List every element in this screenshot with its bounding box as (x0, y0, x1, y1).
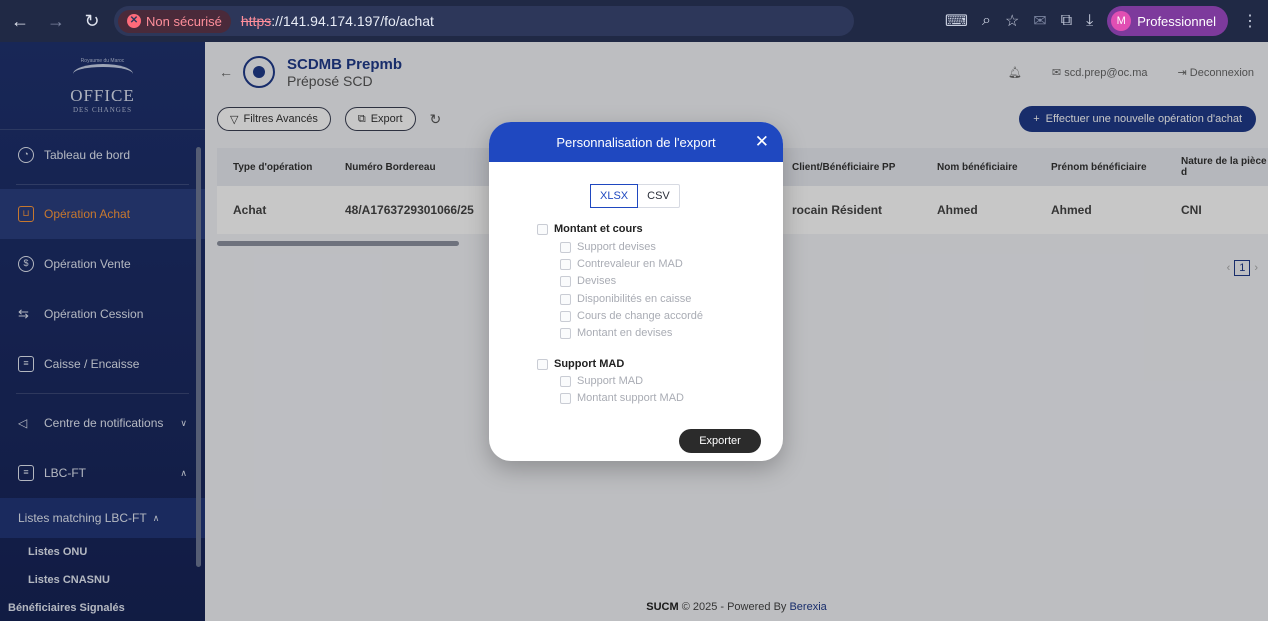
option-disponibilites-caisse[interactable]: Disponibilités en caisse (560, 293, 691, 305)
profile-name: Professionnel (1137, 13, 1216, 29)
checkbox[interactable] (560, 392, 571, 404)
format-toggle: XLSX CSV (590, 184, 680, 208)
option-cours-change[interactable]: Cours de change accordé (560, 310, 703, 322)
option-label: Montant support MAD (577, 392, 684, 404)
option-support-devises[interactable]: Support devises (560, 241, 656, 253)
checkbox[interactable] (560, 241, 571, 253)
option-label: Support MAD (577, 375, 644, 387)
browser-toolbar: ← → ↻ ✕ Non sécurisé https://141.94.174.… (0, 0, 1268, 42)
exporter-button[interactable]: Exporter (679, 429, 761, 453)
browser-nav: ← → ↻ (10, 11, 102, 32)
checkbox[interactable] (560, 375, 571, 387)
checkbox[interactable] (537, 358, 548, 370)
profile-avatar: M (1111, 11, 1132, 31)
browser-actions: ⌨ ⌕ ☆ ✉ ⧉ ⤓ M Professionnel ⋮ (945, 6, 1258, 36)
checkbox[interactable] (560, 258, 571, 270)
option-label: Montant en devises (577, 327, 673, 339)
mail-icon[interactable]: ✉ (1033, 11, 1046, 31)
star-icon[interactable]: ☆ (1005, 11, 1019, 31)
option-label: Devises (577, 275, 617, 287)
address-bar[interactable]: ✕ Non sécurisé https://141.94.174.197/fo… (114, 6, 854, 36)
extensions-icon[interactable]: ⧉ (1061, 12, 1072, 30)
security-badge[interactable]: ✕ Non sécurisé (118, 9, 231, 33)
format-csv-option[interactable]: CSV (638, 185, 679, 207)
back-arrow-icon[interactable]: ← (10, 11, 30, 32)
format-xlsx-option[interactable]: XLSX (590, 184, 639, 208)
option-label: Contrevaleur en MAD (577, 258, 683, 270)
export-customization-modal: Personnalisation de l'export ✕ XLSX CSV … (489, 122, 783, 461)
zoom-icon[interactable]: ⌕ (982, 12, 991, 30)
forward-arrow-icon[interactable]: → (46, 11, 66, 32)
group-label: Montant et cours (554, 223, 643, 235)
option-montant-devises[interactable]: Montant en devises (560, 327, 672, 339)
reload-icon[interactable]: ↻ (82, 11, 102, 32)
url-path: ://141.94.174.197/fo/achat (271, 13, 434, 29)
option-label: Support devises (577, 241, 656, 253)
option-montant-support-mad[interactable]: Montant support MAD (560, 392, 684, 404)
warning-icon: ✕ (127, 14, 141, 28)
browser-menu-icon[interactable]: ⋮ (1242, 11, 1258, 31)
checkbox[interactable] (537, 223, 548, 235)
checkbox[interactable] (560, 275, 571, 287)
security-label: Non sécurisé (146, 13, 222, 29)
group-montant-et-cours[interactable]: Montant et cours (537, 223, 643, 235)
checkbox[interactable] (560, 293, 571, 305)
modal-title: Personnalisation de l'export (556, 134, 716, 150)
close-icon[interactable]: ✕ (755, 132, 769, 152)
url-protocol: https (240, 13, 272, 29)
group-label: Support MAD (554, 358, 625, 370)
option-label: Disponibilités en caisse (577, 293, 692, 305)
download-icon[interactable]: ⤓ (1086, 12, 1093, 30)
translate-icon[interactable]: ⌨ (945, 11, 968, 31)
checkbox[interactable] (560, 310, 571, 322)
option-devises[interactable]: Devises (560, 275, 616, 287)
option-support-mad[interactable]: Support MAD (560, 375, 643, 387)
checkbox[interactable] (560, 327, 571, 339)
url-text[interactable]: https://141.94.174.197/fo/achat (241, 13, 434, 29)
group-support-mad[interactable]: Support MAD (537, 358, 624, 370)
option-contrevaleur-mad[interactable]: Contrevaleur en MAD (560, 258, 683, 270)
option-label: Cours de change accordé (577, 310, 703, 322)
modal-header: Personnalisation de l'export ✕ (489, 122, 783, 162)
profile-button[interactable]: M Professionnel (1107, 6, 1228, 36)
